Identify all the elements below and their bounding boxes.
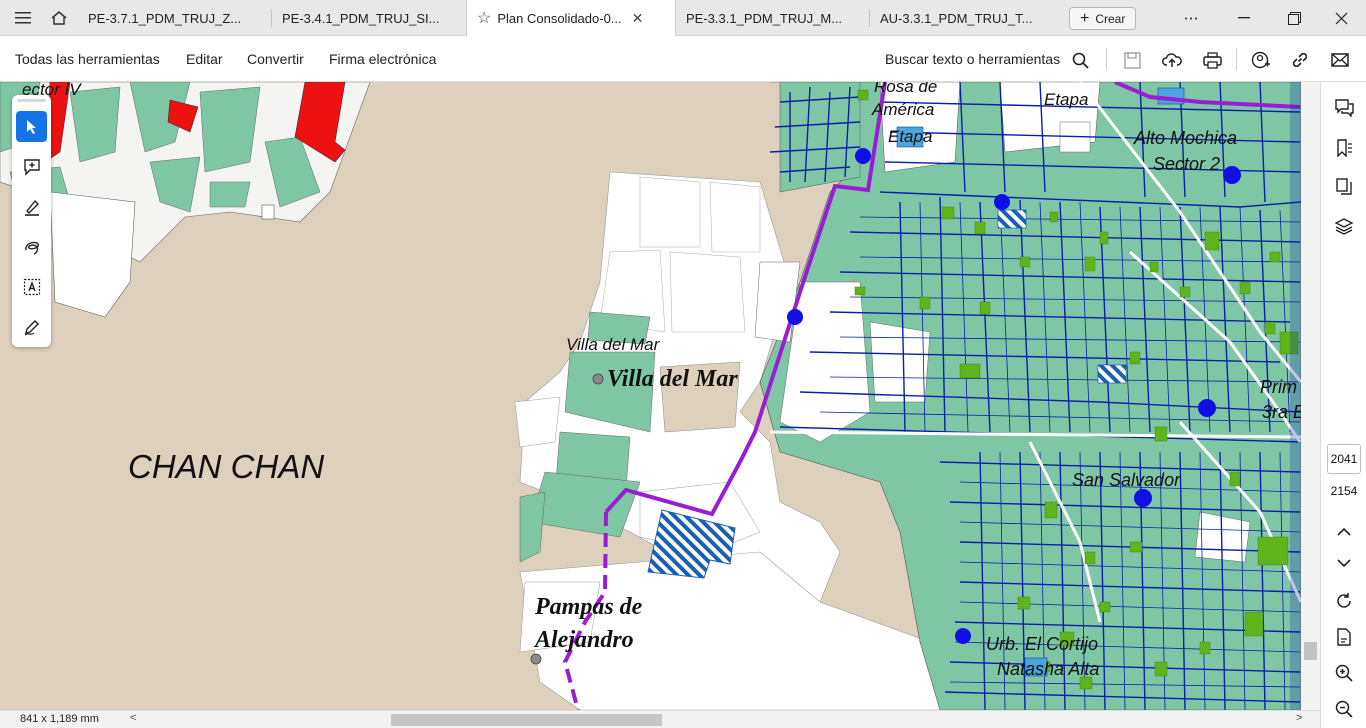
- tab-label: PE-3.3.1_PDM_TRUJ_M...: [686, 10, 843, 26]
- map-label-america: América: [872, 100, 935, 119]
- vertical-scrollbar[interactable]: [1301, 82, 1320, 710]
- search-tools-label[interactable]: Buscar texto o herramientas: [885, 51, 1060, 67]
- villa-reference-dot: [592, 373, 604, 385]
- map-label-san-salvador: San Salvador: [1072, 470, 1181, 490]
- menu-convert[interactable]: Convertir: [247, 51, 304, 67]
- page-size-label: 841 x 1,189 mm: [20, 713, 99, 725]
- right-rail: 2041 2154: [1320, 82, 1366, 728]
- text-box-icon[interactable]: [16, 271, 47, 302]
- sign-pen-icon[interactable]: [16, 311, 47, 342]
- tab-pe-371[interactable]: PE-3.7.1_PDM_TRUJ_Z...: [78, 0, 272, 36]
- document-viewport[interactable]: ector IV Rosa de América Etapa Etapa Alt…: [0, 82, 1301, 710]
- link-icon[interactable]: [1288, 48, 1312, 72]
- previous-page-icon[interactable]: [1331, 518, 1357, 544]
- current-page-field[interactable]: 2041: [1327, 444, 1361, 474]
- close-window-icon[interactable]: [1316, 0, 1366, 36]
- tab-pe-331[interactable]: PE-3.3.1_PDM_TRUJ_M...: [676, 0, 870, 36]
- scroll-right-icon[interactable]: >: [1296, 712, 1302, 724]
- horizontal-scroll-thumb[interactable]: [391, 714, 662, 726]
- toolbar-separator: [1236, 48, 1237, 70]
- tool-palette: [12, 95, 51, 347]
- restore-icon[interactable]: [1269, 0, 1319, 36]
- tab-label: Plan Consolidado-0...: [497, 10, 622, 26]
- minimize-icon[interactable]: [1219, 0, 1269, 36]
- zoom-in-icon[interactable]: [1331, 660, 1357, 686]
- tab-label: PE-3.7.1_PDM_TRUJ_Z...: [88, 10, 242, 26]
- tab-au-331[interactable]: AU-3.3.1_PDM_TRUJ_T...: [870, 0, 1064, 36]
- menu-esign[interactable]: Firma electrónica: [329, 51, 436, 67]
- map-label-alto-mochica: Alto Mochica: [1134, 128, 1238, 148]
- tab-label: PE-3.4.1_PDM_TRUJ_SI...: [282, 10, 440, 26]
- cloud-upload-icon[interactable]: [1160, 48, 1184, 72]
- save-icon[interactable]: [1120, 48, 1144, 72]
- comments-icon[interactable]: [1331, 95, 1357, 121]
- map-label-etapa-left: Etapa: [888, 127, 933, 146]
- map-drawing: [0, 82, 1301, 710]
- map-label-primavera: Prim: [1260, 377, 1297, 397]
- more-options-icon[interactable]: ⋯: [1166, 0, 1216, 36]
- tab-label: AU-3.3.1_PDM_TRUJ_T...: [880, 10, 1033, 26]
- upper-left-urban-area: [0, 82, 371, 318]
- menu-all-tools[interactable]: Todas las herramientas: [15, 51, 160, 67]
- search-icon[interactable]: [1068, 48, 1092, 72]
- map-label-villa-del-mar-small: Villa del Mar: [566, 335, 660, 354]
- map-label-chan-chan: CHAN CHAN: [128, 448, 325, 485]
- vertical-scroll-thumb[interactable]: [1304, 642, 1317, 660]
- map-label-3ra-etapa: 3ra E: [1262, 402, 1301, 422]
- tab-bar: PE-3.7.1_PDM_TRUJ_Z... PE-3.4.1_PDM_TRUJ…: [0, 0, 1366, 36]
- map-label-pampas-de: Pampas de: [535, 594, 643, 620]
- add-comment-icon[interactable]: [16, 151, 47, 182]
- close-icon[interactable]: ✕: [632, 10, 644, 27]
- next-page-icon[interactable]: [1331, 550, 1357, 576]
- status-bar: 841 x 1,189 mm < >: [0, 710, 1320, 728]
- select-cursor-icon[interactable]: [16, 111, 47, 142]
- map-label-alejandro: Alejandro: [535, 627, 634, 653]
- plus-icon: +: [1080, 9, 1090, 27]
- pampas-reference-dot: [530, 653, 542, 665]
- map-label-villa-del-mar: Villa del Mar: [607, 366, 738, 392]
- layers-icon[interactable]: [1331, 213, 1357, 239]
- total-pages-label: 2154: [1330, 484, 1358, 498]
- mail-icon[interactable]: [1328, 48, 1352, 72]
- star-icon[interactable]: ☆: [477, 8, 491, 28]
- pages-thumbnails-icon[interactable]: [1331, 174, 1357, 200]
- map-label-rosa-de: Rosa de: [874, 82, 938, 96]
- menu-bar: Todas las herramientas Editar Convertir …: [0, 36, 1366, 82]
- tab-pe-341[interactable]: PE-3.4.1_PDM_TRUJ_SI...: [272, 0, 466, 36]
- hamburger-menu-icon[interactable]: [10, 6, 36, 30]
- freehand-draw-icon[interactable]: [16, 231, 47, 262]
- home-icon[interactable]: [46, 6, 72, 30]
- map-label-urb-el-cortijo: Urb. El Cortijo: [986, 634, 1099, 654]
- toolbar-separator: [1106, 48, 1107, 70]
- create-button[interactable]: + Crear: [1069, 7, 1137, 30]
- palette-drag-handle[interactable]: [17, 99, 46, 102]
- bookmarks-icon[interactable]: [1331, 135, 1357, 161]
- zoom-out-icon[interactable]: [1331, 696, 1357, 722]
- menu-edit[interactable]: Editar: [186, 51, 223, 67]
- map-label-natasha-alta: Natasha Alta: [997, 659, 1100, 679]
- map-label-etapa-top: Etapa: [1044, 90, 1089, 109]
- print-icon[interactable]: [1200, 48, 1224, 72]
- create-label: Crear: [1095, 11, 1126, 26]
- share-user-icon[interactable]: [1248, 48, 1272, 72]
- page-fit-icon[interactable]: [1331, 624, 1357, 650]
- highlight-pen-icon[interactable]: [16, 191, 47, 222]
- refresh-icon[interactable]: [1331, 588, 1357, 614]
- tab-plan-consolidado[interactable]: ☆ Plan Consolidado-0... ✕: [466, 0, 676, 36]
- scroll-left-icon[interactable]: <: [130, 712, 136, 724]
- map-label-sector-2: Sector 2: [1153, 154, 1221, 174]
